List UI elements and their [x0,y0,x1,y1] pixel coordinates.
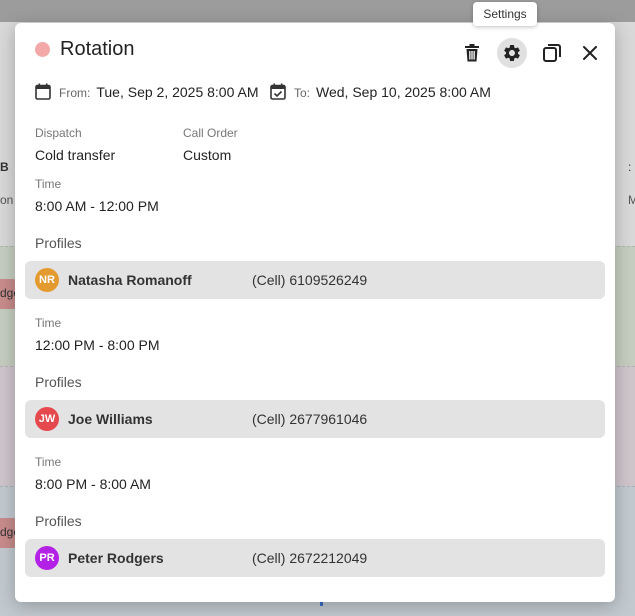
trash-icon [465,44,479,62]
time-value: 8:00 PM - 8:00 AM [35,476,151,492]
copy-icon [543,44,561,62]
calendar-check-icon [270,83,286,100]
profile-phone: (Cell) 2677961046 [252,411,368,427]
background-event-chip: dge [0,279,16,309]
profiles-heading: Profiles [35,235,82,251]
background-event-chip: dge [0,518,16,548]
close-button[interactable] [575,38,605,68]
avatar: JW [35,407,59,431]
background-text: B [0,160,9,174]
time-label: Time [35,316,62,330]
background-text: on [0,193,14,207]
settings-button[interactable] [497,38,527,68]
background-text: M [628,193,635,207]
dispatch-label: Dispatch [35,126,82,140]
time-label: Time [35,177,62,191]
calendar-icon [35,83,51,100]
time-label: Time [35,455,62,469]
profile-row[interactable]: JW Joe Williams (Cell) 2677961046 [25,400,605,438]
to-value: Wed, Sep 10, 2025 8:00 AM [316,83,491,100]
profile-row[interactable]: PR Peter Rodgers (Cell) 2672212049 [25,539,605,577]
dispatch-value: Cold transfer [35,147,116,163]
call-order-label: Call Order [183,126,238,140]
profile-name: Natasha Romanoff [68,272,192,288]
settings-tooltip: Settings [473,2,537,26]
background-text: : [628,160,632,174]
time-value: 8:00 AM - 12:00 PM [35,198,159,214]
profiles-heading: Profiles [35,374,82,390]
to-date: To: Wed, Sep 10, 2025 8:00 AM [270,83,491,100]
to-label: To: [294,85,311,100]
profile-name: Joe Williams [68,411,153,427]
gear-icon [504,44,520,61]
from-date: From: Tue, Sep 2, 2025 8:00 AM [35,83,259,100]
from-label: From: [59,85,91,100]
rotation-dialog: Rotation From: Tue, Sep 2, 2025 8:00 AM … [15,23,615,602]
avatar: NR [35,268,59,292]
profiles-heading: Profiles [35,513,82,529]
close-icon [583,46,597,60]
profile-phone: (Cell) 6109526249 [252,272,368,288]
background-topbar [0,0,635,22]
profile-phone: (Cell) 2672212049 [252,550,368,566]
from-value: Tue, Sep 2, 2025 8:00 AM [96,83,259,100]
profile-row[interactable]: NR Natasha Romanoff (Cell) 6109526249 [25,261,605,299]
status-dot [35,42,50,57]
avatar: PR [35,546,59,570]
delete-button[interactable] [457,38,487,68]
dialog-title: Rotation [60,38,135,60]
call-order-value: Custom [183,147,232,163]
profile-name: Peter Rodgers [68,550,164,566]
duplicate-button[interactable] [537,38,567,68]
time-value: 12:00 PM - 8:00 PM [35,337,160,353]
